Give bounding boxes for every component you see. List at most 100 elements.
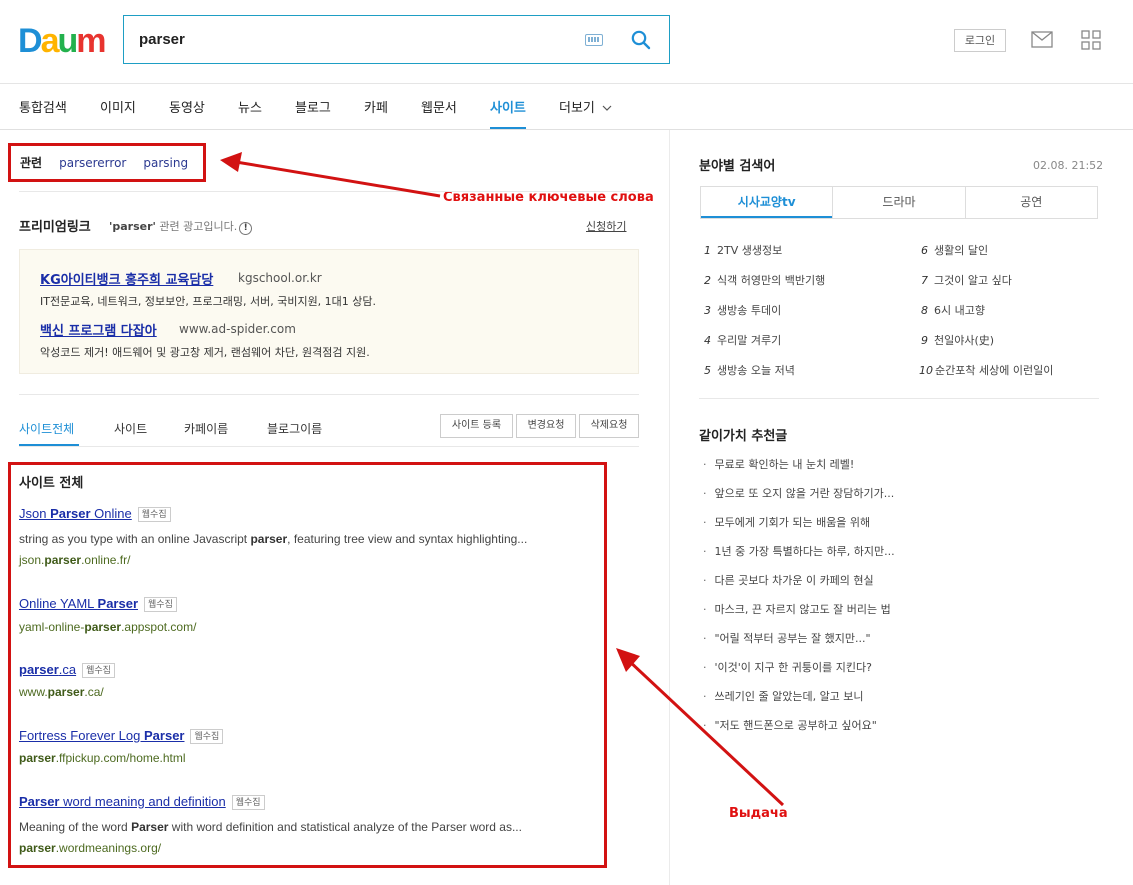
result-title[interactable]: Online YAML Parser 웹수집 xyxy=(19,596,177,612)
premium-links-subtitle: 'parser' 관련 광고입니다.! xyxy=(109,218,253,235)
mail-icon[interactable] xyxy=(1031,31,1053,48)
daum-logo[interactable]: Daum xyxy=(18,22,107,60)
title-text: Online YAML xyxy=(19,596,98,611)
trending-item[interactable]: 7 그것이 알고 싶다 xyxy=(921,272,1012,288)
rank-number: 9 xyxy=(921,334,928,347)
subtab-cafe-name[interactable]: 카페이름 xyxy=(184,420,228,437)
recommend-item[interactable]: 다른 곳보다 차가운 이 카페의 현실 xyxy=(703,572,874,588)
trending-tab[interactable]: 공연 xyxy=(964,187,1097,218)
result-title[interactable]: Fortress Forever Log Parser 웹수집 xyxy=(19,728,224,744)
divider xyxy=(19,394,639,395)
tab-blog[interactable]: 블로그 xyxy=(295,97,331,116)
related-keyword[interactable]: parsing xyxy=(143,156,188,170)
recommend-item[interactable]: "저도 핸드폰으로 공부하고 싶어요" xyxy=(703,717,877,733)
trending-item[interactable]: 3 생방송 투데이 xyxy=(704,302,781,318)
rank-text: 식객 허영만의 백반기행 xyxy=(717,274,826,287)
desc-highlight: Parser xyxy=(131,820,169,834)
trending-item[interactable]: 2 식객 허영만의 백반기행 xyxy=(704,272,825,288)
logo-letter: u xyxy=(57,22,78,60)
trending-item[interactable]: 10 순간포착 세상에 이런일이 xyxy=(919,362,1053,378)
recommend-item[interactable]: 앞으로 또 오지 않을 거란 장담하기가... xyxy=(703,485,895,501)
title-highlight: Parser xyxy=(50,506,91,521)
tab-news[interactable]: 뉴스 xyxy=(238,97,262,116)
search-box[interactable]: parser xyxy=(123,15,670,64)
ad-description: 악성코드 제거! 애드웨어 및 광고창 제거, 랜섬웨어 차단, 원격점검 지원… xyxy=(40,346,370,359)
tab-cafe[interactable]: 카페 xyxy=(364,97,388,116)
divider xyxy=(699,398,1099,399)
rank-number: 10 xyxy=(919,364,933,377)
result-title[interactable]: Parser word meaning and definition 웹수집 xyxy=(19,794,265,810)
url-highlight: parser xyxy=(19,751,56,765)
delete-request-button[interactable]: 삭제요청 xyxy=(579,414,639,438)
related-keyword[interactable]: parsererror xyxy=(59,156,126,170)
arrow-head-icon xyxy=(220,152,242,172)
search-input[interactable]: parser xyxy=(124,31,585,48)
recommend-item[interactable]: 1년 중 가장 특별하다는 하루, 하지만... xyxy=(703,543,895,559)
ad-title[interactable]: KG아이티뱅크 홍주희 교육담당 xyxy=(40,269,213,288)
arrow-head-icon xyxy=(616,648,640,672)
title-text: Json xyxy=(19,506,51,521)
title-highlight: parser xyxy=(19,662,59,677)
subtab-site[interactable]: 사이트 xyxy=(114,420,147,437)
apps-grid-icon[interactable] xyxy=(1081,30,1101,50)
url-text: .ca/ xyxy=(84,685,104,699)
url-highlight: parser xyxy=(47,685,85,699)
url-highlight: parser xyxy=(84,620,122,634)
recommend-item[interactable]: 무료로 확인하는 내 눈치 레벨! xyxy=(703,456,855,472)
change-request-button[interactable]: 변경요청 xyxy=(516,414,576,438)
url-text: json. xyxy=(19,553,45,567)
related-label: 관련 xyxy=(20,156,43,170)
trending-item[interactable]: 9 천일야사(史) xyxy=(921,332,994,348)
recommend-item[interactable]: 모두에게 기회가 되는 배움을 위해 xyxy=(703,514,871,530)
result-url[interactable]: parser.wordmeanings.org/ xyxy=(19,841,161,855)
crawled-badge: 웹수집 xyxy=(190,729,224,744)
tab-site[interactable]: 사이트 xyxy=(490,97,526,116)
premium-sub-text: 관련 광고입니다. xyxy=(159,220,238,233)
result-title[interactable]: parser.ca 웹수집 xyxy=(19,662,115,678)
tab-total[interactable]: 통합검색 xyxy=(19,97,67,116)
trending-date: 02.08. 21:52 xyxy=(1033,159,1104,172)
trending-tab[interactable]: 드라마 xyxy=(832,187,964,218)
tab-more[interactable]: 더보기 xyxy=(559,97,612,116)
search-icon[interactable] xyxy=(631,30,651,50)
recommend-item[interactable]: 쓰레기인 줄 알았는데, 알고 보니 xyxy=(703,688,864,704)
login-button[interactable]: 로그인 xyxy=(954,29,1006,52)
tab-video[interactable]: 동영상 xyxy=(169,97,205,116)
recommend-item[interactable]: 마스크, 끈 자르지 않고도 잘 버리는 법 xyxy=(703,601,891,617)
trending-tab[interactable]: 시사교양tv xyxy=(701,187,833,218)
rank-number: 5 xyxy=(704,364,711,377)
result-url[interactable]: json.parser.online.fr/ xyxy=(19,553,130,567)
tab-images[interactable]: 이미지 xyxy=(100,97,136,116)
title-highlight: Parser xyxy=(97,596,139,611)
subtab-all-sites[interactable]: 사이트전체 xyxy=(19,420,74,437)
result-url[interactable]: yaml-online-parser.appspot.com/ xyxy=(19,620,196,634)
trending-title: 분야별 검색어 xyxy=(699,159,776,174)
subtab-blog-name[interactable]: 블로그이름 xyxy=(267,420,322,437)
tab-webdocs[interactable]: 웹문서 xyxy=(421,97,457,116)
trending-item[interactable]: 6 생활의 달인 xyxy=(921,242,988,258)
search-category-nav: 통합검색 이미지 동영상 뉴스 블로그 카페 웹문서 사이트 더보기 xyxy=(0,84,1133,130)
recommend-item[interactable]: "어릴 적부터 공부는 잘 했지만..." xyxy=(703,630,871,646)
result-url[interactable]: www.parser.ca/ xyxy=(19,685,104,699)
info-icon[interactable]: ! xyxy=(239,222,253,235)
url-highlight: parser xyxy=(19,841,56,855)
rank-text: 우리말 겨루기 xyxy=(717,334,782,347)
desc-text: string as you type with an online Javasc… xyxy=(19,532,251,546)
apply-ad-link[interactable]: 신청하기 xyxy=(586,218,626,234)
keyboard-icon[interactable] xyxy=(585,33,603,46)
column-divider xyxy=(669,130,670,885)
url-text: .ffpickup.com/home.html xyxy=(55,751,186,765)
result-title[interactable]: Json Parser Online 웹수집 xyxy=(19,506,171,522)
rank-number: 3 xyxy=(704,304,711,317)
result-url[interactable]: parser.ffpickup.com/home.html xyxy=(19,751,186,765)
trending-item[interactable]: 4 우리말 겨루기 xyxy=(704,332,781,348)
premium-ads-box: KG아이티뱅크 홍주희 교육담당 kgschool.or.kr IT전문교육, … xyxy=(19,249,639,374)
ad-title[interactable]: 백신 프로그램 다잡아 xyxy=(40,320,157,339)
rank-text: 순간포착 세상에 이런일이 xyxy=(935,364,1054,377)
trending-item[interactable]: 1 2TV 생생정보 xyxy=(704,242,782,258)
trending-item[interactable]: 5 생방송 오늘 저녁 xyxy=(704,362,795,378)
trending-item[interactable]: 8 6시 내고향 xyxy=(921,302,985,318)
register-site-button[interactable]: 사이트 등록 xyxy=(440,414,513,438)
title-text: Online xyxy=(90,506,132,521)
recommend-item[interactable]: '이것'이 지구 한 귀퉁이를 지킨다? xyxy=(703,659,872,675)
